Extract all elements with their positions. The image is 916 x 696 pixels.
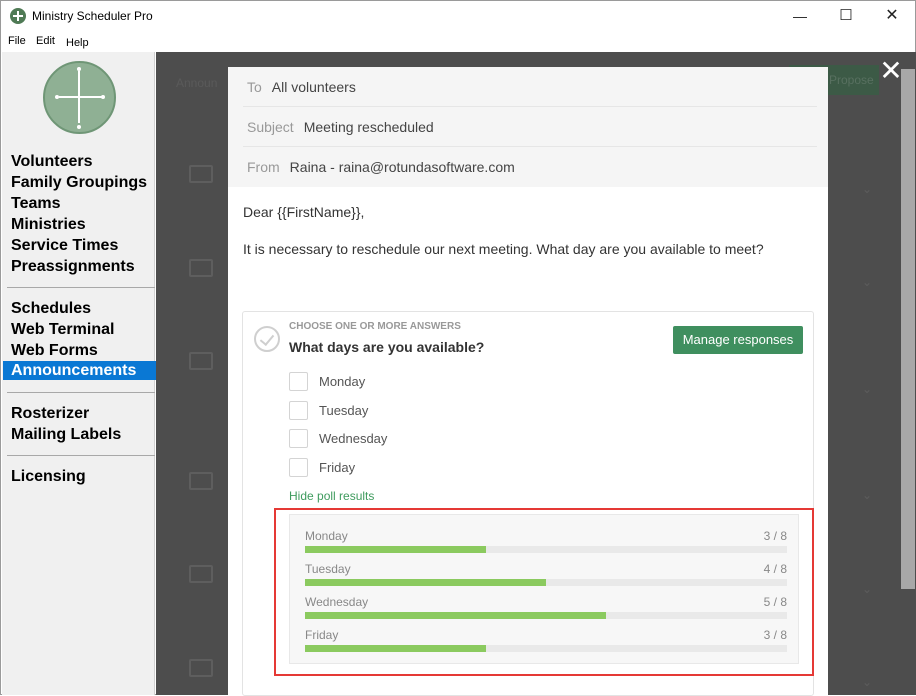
close-icon[interactable]: ✕ <box>878 57 904 87</box>
envelope-icon <box>189 352 213 370</box>
sidebar-item-teams[interactable]: Teams <box>3 193 156 214</box>
option-label: Monday <box>319 374 366 389</box>
clock-logo-icon <box>43 61 116 134</box>
background-tab-label: Announ <box>176 76 218 90</box>
sidebar: Volunteers Family Groupings Teams Minist… <box>2 52 156 695</box>
menu-file[interactable]: File <box>8 35 26 47</box>
message-greeting: Dear {{FirstName}}, <box>243 204 365 220</box>
message-body: It is necessary to reschedule our next m… <box>243 241 764 257</box>
sidebar-item-web-forms[interactable]: Web Forms <box>3 340 156 361</box>
checkbox[interactable] <box>289 372 308 391</box>
sidebar-item-licensing[interactable]: Licensing <box>3 466 156 487</box>
window-title: Ministry Scheduler Pro <box>32 9 153 23</box>
chevron-down-icon: ⌄ <box>862 182 873 196</box>
subject-label: Subject <box>247 119 294 135</box>
sidebar-divider <box>7 455 155 456</box>
from-value[interactable]: Raina - raina@rotundasoftware.com <box>290 147 515 187</box>
check-circle-icon <box>254 326 280 352</box>
maximize-button[interactable]: ☐ <box>823 1 869 31</box>
envelope-icon <box>189 165 213 183</box>
checkbox[interactable] <box>289 401 308 420</box>
envelope-icon <box>189 659 213 677</box>
to-row: To All volunteers <box>243 67 817 107</box>
subject-value[interactable]: Meeting rescheduled <box>304 107 434 147</box>
envelope-icon <box>189 565 213 583</box>
manage-responses-button[interactable]: Manage responses <box>673 326 803 354</box>
chevron-down-icon: ⌄ <box>862 675 873 689</box>
option-label: Wednesday <box>319 431 388 446</box>
app-logo-icon <box>10 8 26 24</box>
sidebar-divider <box>7 287 155 288</box>
title-bar: Ministry Scheduler Pro — ☐ ✕ <box>1 1 915 31</box>
hide-poll-results-link[interactable]: Hide poll results <box>289 489 374 503</box>
envelope-icon <box>189 259 213 277</box>
minimize-button[interactable]: — <box>777 1 823 31</box>
chevron-down-icon: ⌄ <box>862 488 873 502</box>
menu-edit[interactable]: Edit <box>36 35 55 47</box>
window-close-button[interactable]: ✕ <box>869 1 915 31</box>
scrollbar[interactable] <box>901 69 915 589</box>
sidebar-item-family-groupings[interactable]: Family Groupings <box>3 172 156 193</box>
sidebar-divider <box>7 392 155 393</box>
poll-kind-label: CHOOSE ONE OR MORE ANSWERS <box>289 321 461 332</box>
results-highlight-box <box>274 508 814 676</box>
sidebar-item-schedules[interactable]: Schedules <box>3 298 156 319</box>
sidebar-item-preassignments[interactable]: Preassignments <box>3 256 156 277</box>
app-window: Ministry Scheduler Pro — ☐ ✕ File Edit H… <box>0 0 916 696</box>
poll-question: What days are you available? <box>289 339 485 355</box>
envelope-icon <box>189 472 213 490</box>
sidebar-item-rosterizer[interactable]: Rosterizer <box>3 403 156 424</box>
sidebar-item-web-terminal[interactable]: Web Terminal <box>3 319 156 340</box>
checkbox[interactable] <box>289 429 308 448</box>
from-label: From <box>247 159 280 175</box>
chevron-down-icon: ⌄ <box>862 382 873 396</box>
sidebar-item-volunteers[interactable]: Volunteers <box>3 151 156 172</box>
sidebar-item-service-times[interactable]: Service Times <box>3 235 156 256</box>
checkbox[interactable] <box>289 458 308 477</box>
sidebar-item-ministries[interactable]: Ministries <box>3 214 156 235</box>
sidebar-item-announcements[interactable]: Announcements <box>3 361 156 380</box>
chevron-down-icon: ⌄ <box>862 275 873 289</box>
subject-row: Subject Meeting rescheduled <box>243 107 817 147</box>
to-value[interactable]: All volunteers <box>272 67 356 107</box>
option-label: Friday <box>319 460 356 475</box>
chevron-down-icon: ⌄ <box>862 582 873 596</box>
to-label: To <box>247 79 262 95</box>
from-row: From Raina - raina@rotundasoftware.com <box>243 147 817 187</box>
menu-help[interactable]: Help <box>66 37 89 49</box>
option-label: Tuesday <box>319 403 369 418</box>
menu-bar: File Edit Help <box>1 31 915 51</box>
sidebar-item-mailing-labels[interactable]: Mailing Labels <box>3 424 156 445</box>
